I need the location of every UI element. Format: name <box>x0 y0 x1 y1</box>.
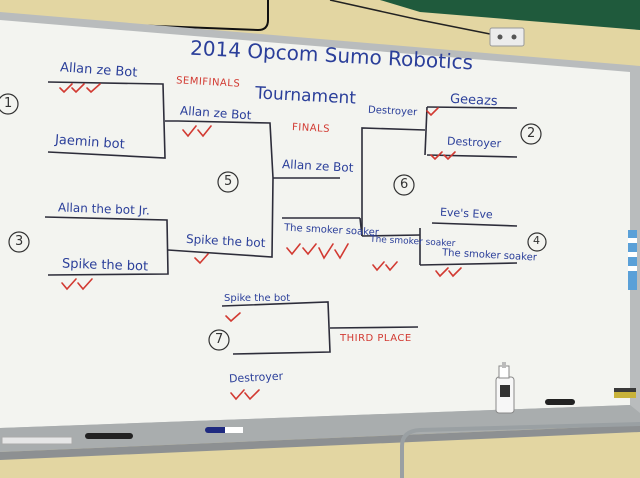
match-number-1: 1 <box>4 96 13 111</box>
entrant-3: Allan the bot Jr. <box>57 200 151 218</box>
finals-label: FINALS <box>291 122 331 135</box>
match-number-3: 3 <box>15 234 24 249</box>
third-place-label: THIRD PLACE <box>340 333 412 344</box>
entrant-5: Geeazs <box>449 91 499 110</box>
third-place-entrant-2: Destroyer <box>228 369 284 386</box>
entrant-7: Eve's Eve <box>439 205 494 222</box>
magnets <box>628 230 637 290</box>
match-number-7: 7 <box>215 332 224 347</box>
finalist-1: Allan ze Bot <box>281 157 354 175</box>
power-outlet <box>489 27 525 47</box>
match-number-5: 5 <box>224 174 233 189</box>
match-number-4: 4 <box>533 234 540 247</box>
entrant-4: Spike the bot <box>61 256 149 275</box>
third-place-entrant-1: Spike the bot <box>224 293 291 304</box>
entrant-6: Destroyer <box>446 134 502 151</box>
match-number-6: 6 <box>400 177 409 192</box>
match-number-2: 2 <box>527 126 536 141</box>
